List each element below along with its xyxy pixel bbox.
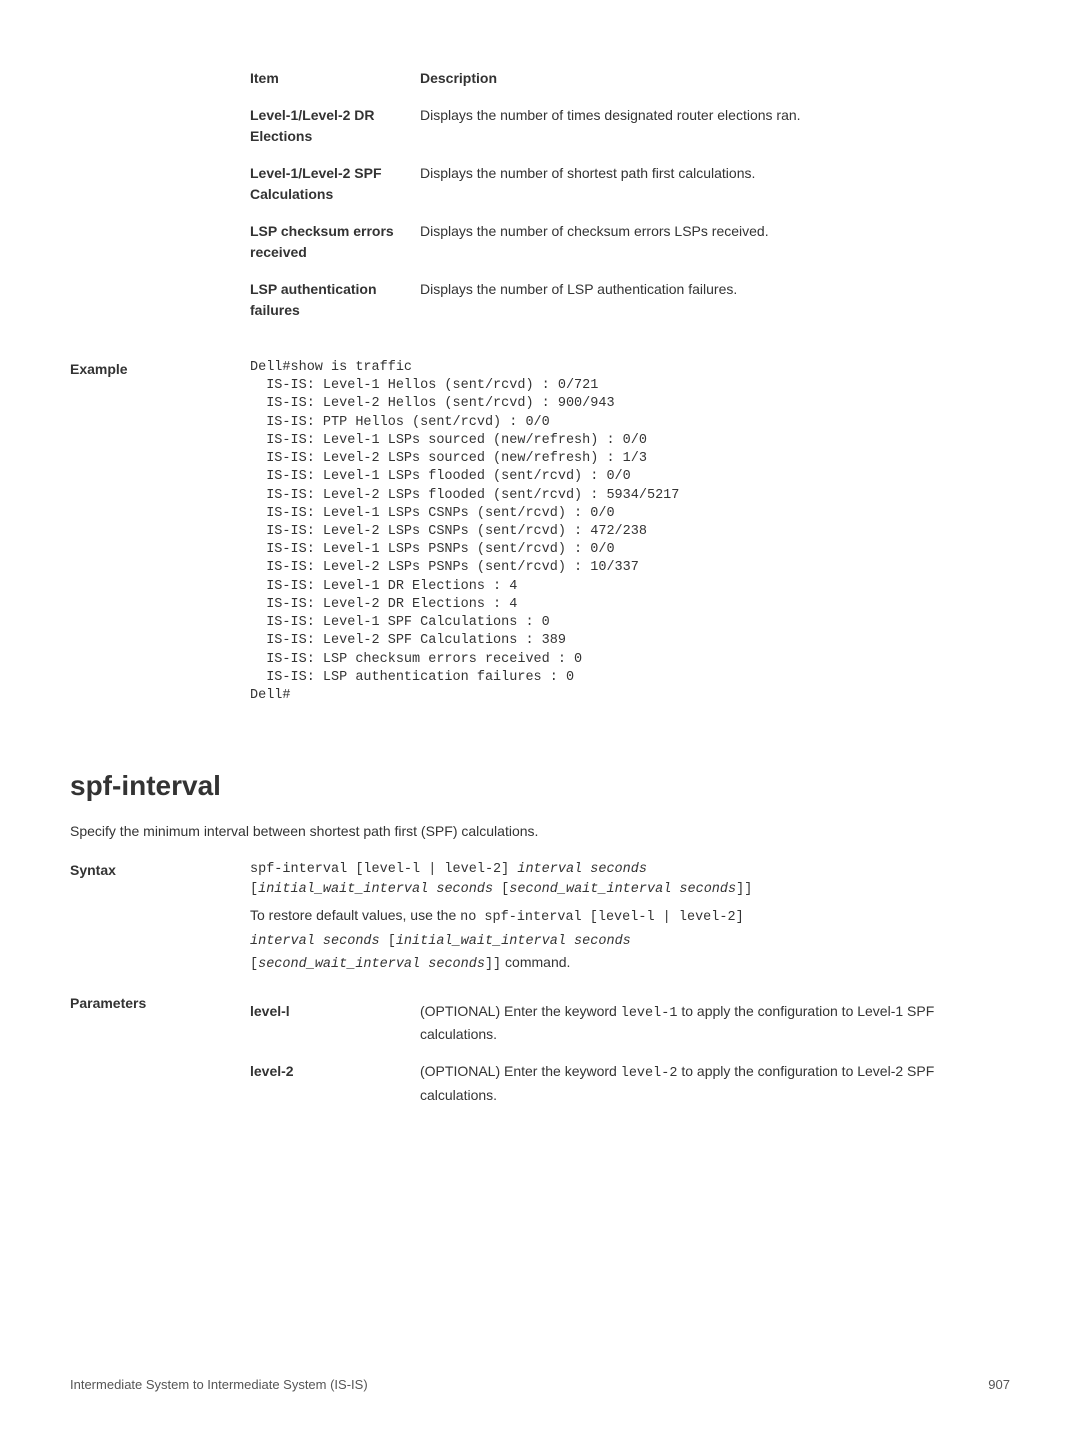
param-row: level-2 (OPTIONAL) Enter the keyword lev… bbox=[250, 1053, 1010, 1113]
param-row: level-l (OPTIONAL) Enter the keyword lev… bbox=[250, 993, 1010, 1053]
parameters-rows: level-l (OPTIONAL) Enter the keyword lev… bbox=[250, 993, 1010, 1114]
page-footer: Intermediate System to Intermediate Syst… bbox=[70, 1375, 1010, 1395]
param-name: level-l bbox=[250, 1001, 420, 1045]
table-item: LSP authentication failures bbox=[250, 279, 420, 321]
table-item: Level-1/Level-2 SPF Calculations bbox=[250, 163, 420, 205]
syntax-mono: ]] bbox=[485, 957, 501, 972]
syntax-mono: [ bbox=[250, 957, 258, 972]
table-desc: Displays the number of shortest path fir… bbox=[420, 163, 1010, 205]
syntax-italic-mono: initial_wait_interval seconds bbox=[396, 934, 631, 949]
table-header-row: Item Description bbox=[250, 60, 1010, 97]
description-table: Item Description Level-1/Level-2 DR Elec… bbox=[250, 60, 1010, 329]
parameters-label: Parameters bbox=[70, 993, 250, 1114]
table-desc: Displays the number of checksum errors L… bbox=[420, 221, 1010, 263]
syntax-content: spf-interval [level-l | level-2] interva… bbox=[250, 860, 752, 975]
syntax-text: spf-interval [level-l | level-2] bbox=[250, 862, 517, 877]
section-intro: Specify the minimum interval between sho… bbox=[70, 821, 1010, 842]
syntax-italic: second_wait_interval seconds bbox=[509, 882, 736, 897]
syntax-block: Syntax spf-interval [level-l | level-2] … bbox=[70, 860, 1010, 975]
syntax-prose-text: command. bbox=[501, 954, 570, 970]
syntax-prose-text: To restore default values, use the bbox=[250, 907, 460, 923]
param-desc: (OPTIONAL) Enter the keyword level-1 to … bbox=[420, 1001, 1010, 1045]
param-desc-mono: level-1 bbox=[621, 1006, 678, 1021]
table-desc: Displays the number of times designated … bbox=[420, 105, 1010, 147]
param-desc-mono: level-2 bbox=[621, 1066, 678, 1081]
example-code: Dell#show is traffic IS-IS: Level-1 Hell… bbox=[250, 359, 679, 705]
param-desc: (OPTIONAL) Enter the keyword level-2 to … bbox=[420, 1061, 1010, 1105]
table-item: Level-1/Level-2 DR Elections bbox=[250, 105, 420, 147]
syntax-mono: [ bbox=[380, 934, 396, 949]
table-desc: Displays the number of LSP authenticatio… bbox=[420, 279, 1010, 321]
syntax-label: Syntax bbox=[70, 860, 250, 975]
syntax-italic-mono: second_wait_interval seconds bbox=[258, 957, 485, 972]
table-item: LSP checksum errors received bbox=[250, 221, 420, 263]
syntax-text: ]] bbox=[736, 882, 752, 897]
table-header-item: Item bbox=[250, 68, 420, 89]
section-title: spf-interval bbox=[70, 765, 1010, 807]
footer-page-number: 907 bbox=[988, 1375, 1010, 1395]
parameters-block: Parameters level-l (OPTIONAL) Enter the … bbox=[70, 993, 1010, 1114]
table-row: LSP checksum errors received Displays th… bbox=[250, 213, 1010, 271]
table-row: Level-1/Level-2 SPF Calculations Display… bbox=[250, 155, 1010, 213]
param-name: level-2 bbox=[250, 1061, 420, 1105]
syntax-mono: no spf-interval [level-l | level-2] bbox=[460, 910, 744, 925]
syntax-italic: interval seconds bbox=[517, 862, 647, 877]
footer-left: Intermediate System to Intermediate Syst… bbox=[70, 1375, 368, 1395]
syntax-italic: initial_wait_interval seconds bbox=[258, 882, 493, 897]
syntax-text: [ bbox=[493, 882, 509, 897]
table-row: Level-1/Level-2 DR Elections Displays th… bbox=[250, 97, 1010, 155]
param-desc-text: (OPTIONAL) Enter the keyword bbox=[420, 1003, 621, 1019]
syntax-italic-mono: interval seconds bbox=[250, 934, 380, 949]
syntax-text: [ bbox=[250, 882, 258, 897]
example-block: Example Dell#show is traffic IS-IS: Leve… bbox=[70, 359, 1010, 705]
param-desc-text: (OPTIONAL) Enter the keyword bbox=[420, 1063, 621, 1079]
syntax-restore: To restore default values, use the no sp… bbox=[250, 905, 752, 975]
example-label: Example bbox=[70, 359, 250, 705]
table-row: LSP authentication failures Displays the… bbox=[250, 271, 1010, 329]
syntax-line: spf-interval [level-l | level-2] interva… bbox=[250, 860, 752, 880]
syntax-line: [initial_wait_interval seconds [second_w… bbox=[250, 880, 752, 900]
table-header-desc: Description bbox=[420, 68, 1010, 89]
